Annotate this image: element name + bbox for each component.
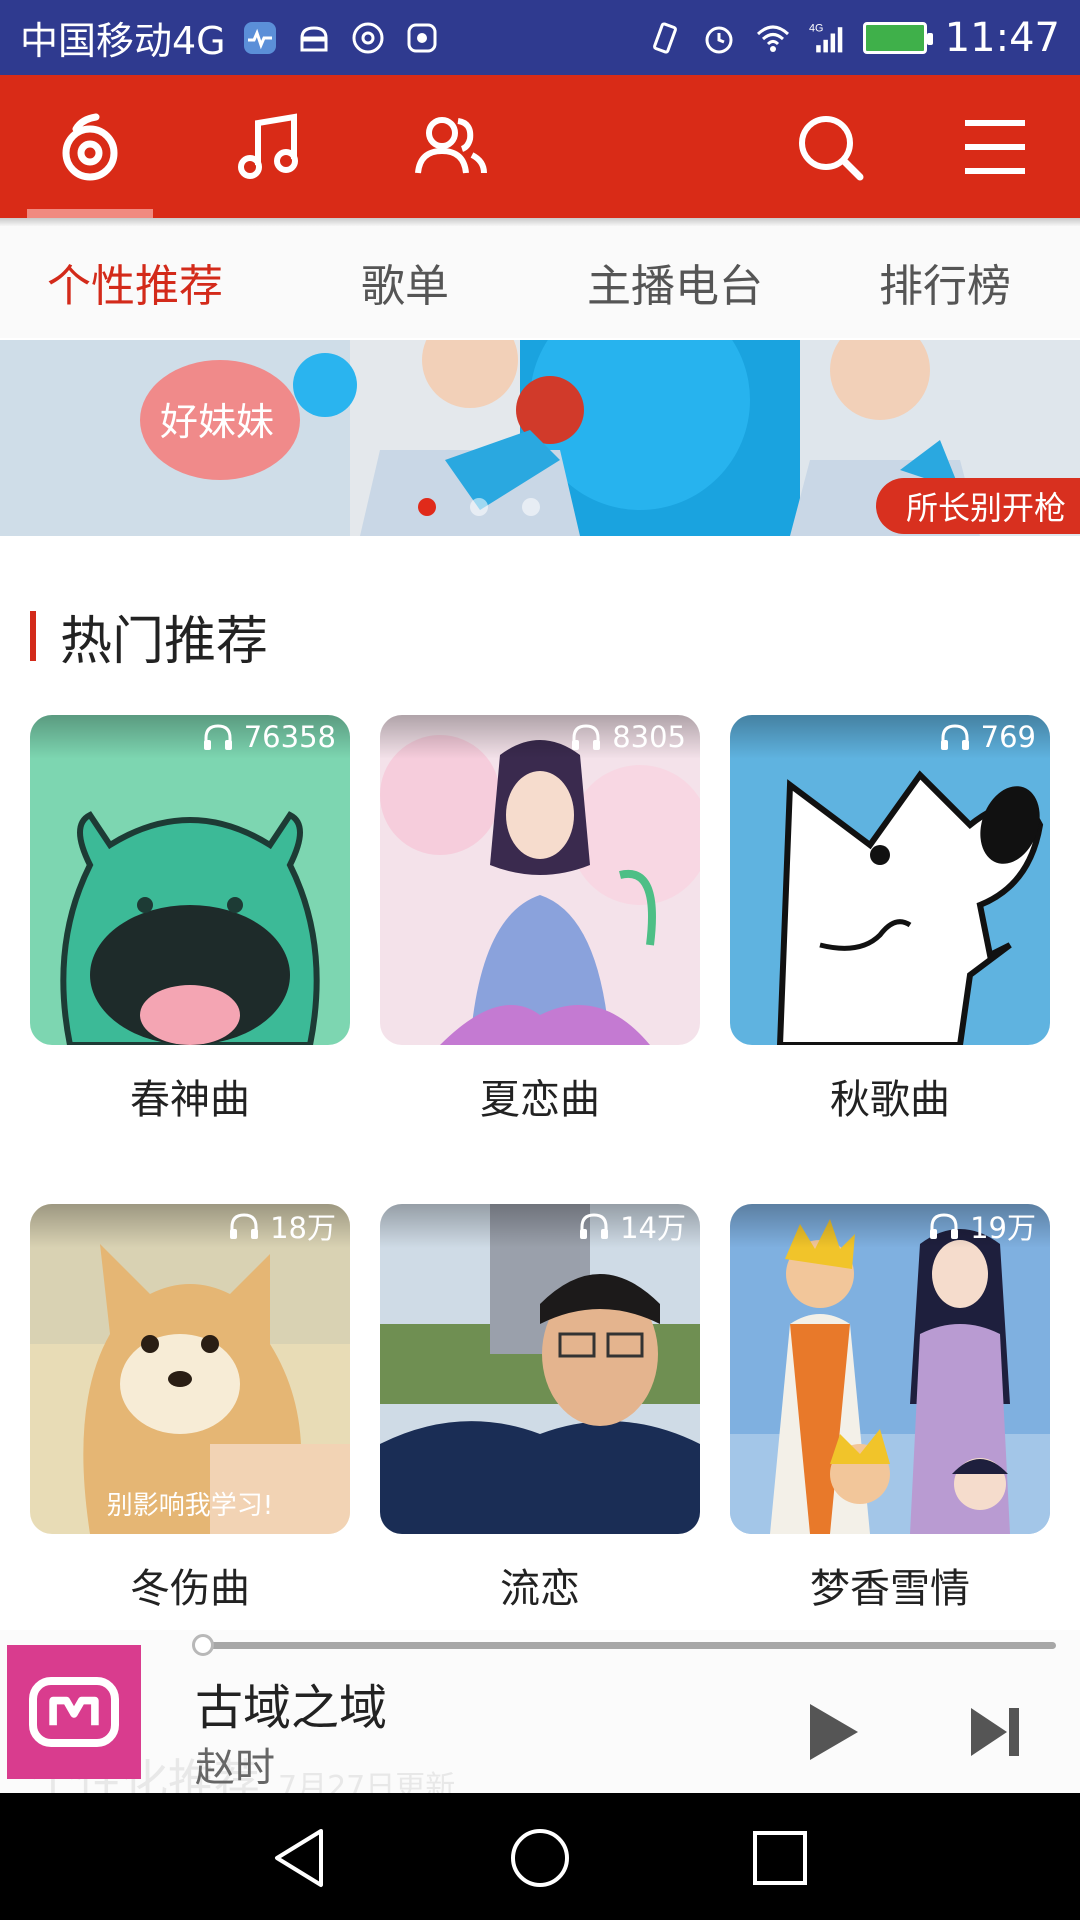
playlist-cover: 8305 <box>380 715 700 1045</box>
play-count: 769 <box>730 715 1050 759</box>
play-count-value: 76358 <box>243 720 336 754</box>
play-count-value: 14万 <box>620 1211 686 1245</box>
progress-bar[interactable] <box>202 1642 1056 1649</box>
monster-cover-image <box>30 715 350 1045</box>
play-count-value: 8305 <box>612 720 686 754</box>
song-artist: 赵时 <box>195 1745 275 1791</box>
album-art[interactable] <box>7 1645 141 1779</box>
section-accent-bar <box>30 611 36 661</box>
vibrate-icon <box>652 21 677 54</box>
carousel-dot[interactable] <box>418 498 436 516</box>
back-icon[interactable] <box>265 1823 335 1893</box>
headphones-icon <box>940 724 969 750</box>
album-logo-icon <box>29 1677 119 1747</box>
section-title: 热门推荐 <box>60 611 269 672</box>
anime-girl-cover-image <box>380 715 700 1045</box>
playlist-title[interactable]: 冬伤曲 <box>30 1556 350 1614</box>
playlist-title[interactable]: 秋歌曲 <box>730 1067 1050 1125</box>
header-shadow <box>0 218 1080 226</box>
playlist-cover: 14万 <box>380 1204 700 1534</box>
headphones-icon <box>572 724 601 750</box>
tab-charts[interactable]: 排行榜 <box>810 226 1080 338</box>
dog-cartoon-cover-image <box>730 715 1050 1045</box>
friends-tab-button[interactable] <box>385 75 515 218</box>
song-title: 古域之域 <box>195 1680 388 1736</box>
playlist-card[interactable]: 8305 夏恋曲 <box>380 715 700 1125</box>
huawei-icon <box>407 23 437 52</box>
sub-tabs: 个性推荐 歌单 主播电台 排行榜 <box>0 226 1080 338</box>
play-count-value: 19万 <box>970 1211 1036 1245</box>
music-note-icon <box>238 112 298 179</box>
battery-charging-icon <box>862 21 933 54</box>
android-icon <box>300 25 328 51</box>
play-icon[interactable] <box>800 1700 864 1764</box>
active-tab-indicator <box>27 209 153 218</box>
system-nav-bar <box>0 1793 1080 1920</box>
shiba-dog-cover-image: 别影响我学习! <box>30 1204 350 1534</box>
wifi-icon <box>756 25 789 52</box>
recents-icon[interactable] <box>745 1823 815 1893</box>
play-count: 19万 <box>730 1204 1050 1248</box>
play-count-value: 18万 <box>270 1211 336 1245</box>
system-icons: 4G 11:47 <box>647 15 1060 61</box>
playlist-title[interactable]: 梦香雪情 <box>730 1556 1050 1614</box>
carousel-dots <box>418 498 540 516</box>
carousel-dot[interactable] <box>522 498 540 516</box>
playlist-card[interactable]: 769 秋歌曲 <box>730 715 1050 1125</box>
signal-icon: 4G <box>809 22 843 52</box>
search-button[interactable] <box>765 75 895 218</box>
clock: 11:47 <box>944 14 1060 61</box>
search-icon <box>799 115 864 180</box>
next-track-icon[interactable] <box>965 1702 1025 1762</box>
tab-recommend[interactable]: 个性推荐 <box>0 226 270 338</box>
banner-carousel[interactable]: 好妹妹 所长别开枪 <box>0 340 1080 536</box>
app-header <box>0 75 1080 218</box>
svg-text:4G: 4G <box>809 22 823 34</box>
headphones-icon <box>230 1213 259 1239</box>
play-count: 76358 <box>30 715 350 759</box>
status-bar: 中国移动4G 4G 11:47 <box>0 0 1080 75</box>
vpn-icon <box>352 22 384 53</box>
home-icon[interactable] <box>505 1823 575 1893</box>
svg-text:别影响我学习!: 别影响我学习! <box>107 1491 273 1521</box>
carousel-dot[interactable] <box>470 498 488 516</box>
discover-tab-button[interactable] <box>25 75 155 218</box>
playlist-card[interactable]: 19万 梦香雪情 <box>730 1204 1050 1614</box>
playlist-title[interactable]: 流恋 <box>380 1556 700 1614</box>
friends-icon <box>415 116 487 173</box>
notification-icons <box>242 20 440 56</box>
playlist-card[interactable]: 14万 流恋 <box>380 1204 700 1614</box>
progress-handle[interactable] <box>192 1634 214 1656</box>
play-count: 18万 <box>30 1204 350 1248</box>
playlist-card[interactable]: 76358 春神曲 <box>30 715 350 1125</box>
headphones-icon <box>930 1213 959 1239</box>
netease-music-logo-icon <box>62 113 118 180</box>
heart-rate-icon <box>243 21 276 54</box>
svg-text:好妹妹: 好妹妹 <box>160 400 274 444</box>
play-count: 14万 <box>380 1204 700 1248</box>
play-count-value: 769 <box>980 720 1036 754</box>
playlist-cover: 769 <box>730 715 1050 1045</box>
carrier-label: 中国移动4G <box>20 19 226 63</box>
headphones-icon <box>203 724 232 750</box>
anime-family-cover-image <box>730 1204 1050 1534</box>
playlist-title[interactable]: 夏恋曲 <box>380 1067 700 1125</box>
playlist-cover: 76358 <box>30 715 350 1045</box>
tab-radio[interactable]: 主播电台 <box>540 226 810 338</box>
mini-player[interactable]: 个性化推荐 7月27日更新 古域之域 赵时 <box>0 1630 1080 1808</box>
playlist-title[interactable]: 春神曲 <box>30 1067 350 1125</box>
tab-playlists[interactable]: 歌单 <box>270 226 540 338</box>
menu-button[interactable] <box>930 75 1060 218</box>
section-header[interactable]: 热门推荐 <box>30 605 268 672</box>
music-tab-button[interactable] <box>205 75 335 218</box>
menu-icon <box>965 119 1025 174</box>
playlist-cover: 别影响我学习! 18万 <box>30 1204 350 1534</box>
playlist-card[interactable]: 别影响我学习! 18万 冬伤曲 <box>30 1204 350 1614</box>
headphones-icon <box>580 1213 609 1239</box>
playlist-cover: 19万 <box>730 1204 1050 1534</box>
banner-tag: 所长别开枪 <box>875 478 1080 534</box>
play-count: 8305 <box>380 715 700 759</box>
alarm-icon <box>705 26 733 53</box>
selfie-cover-image <box>380 1204 700 1534</box>
